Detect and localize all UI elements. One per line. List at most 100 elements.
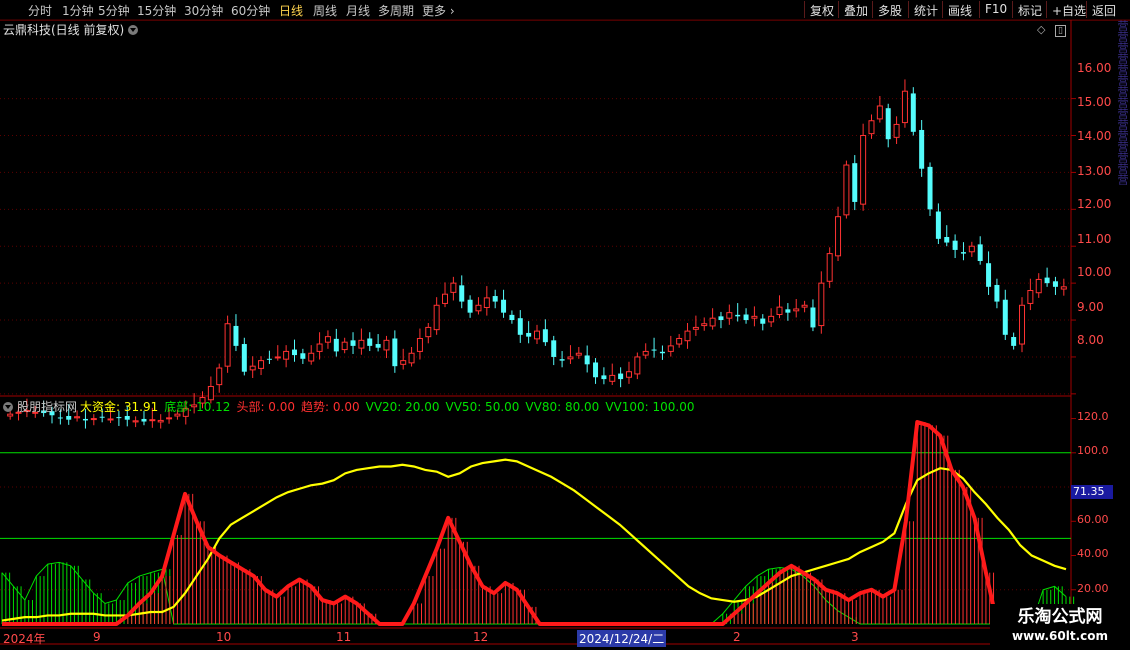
indicator-tick-label: 60.00 xyxy=(1077,513,1109,526)
date-tick-label: 9 xyxy=(93,630,101,644)
candle-body xyxy=(383,339,390,351)
candle-body xyxy=(517,318,523,335)
candle-body xyxy=(483,297,490,308)
watermark: 乐淘公式网 www.60lt.com xyxy=(990,604,1130,650)
candle-body xyxy=(416,337,423,352)
candle-body xyxy=(408,352,415,364)
price-tick-label: 13.00 xyxy=(1077,164,1112,178)
candle-body xyxy=(266,358,272,360)
candle-body xyxy=(392,338,398,367)
candle-body xyxy=(919,129,925,169)
price-tick-label: 8.00 xyxy=(1077,333,1104,347)
candle-body xyxy=(893,123,900,138)
indicator-value-3: 趋势: 0.00 xyxy=(301,400,360,414)
candle-body xyxy=(743,314,749,321)
date-tick-label: 3 xyxy=(851,630,859,644)
candle-body xyxy=(692,326,699,330)
candle-body xyxy=(258,360,265,369)
candle-body xyxy=(274,356,281,359)
candle-body xyxy=(901,90,908,124)
candle-body xyxy=(82,418,88,421)
candle-body xyxy=(224,323,231,367)
candle-body xyxy=(935,211,941,239)
date-tick-label: 12 xyxy=(473,630,489,644)
date-tick-label: 2 xyxy=(733,630,741,644)
candle-body xyxy=(324,336,331,343)
candle-body xyxy=(534,330,540,340)
candle-body xyxy=(459,285,465,302)
capital-line xyxy=(2,419,1066,626)
price-tick-label: 10.00 xyxy=(1077,265,1112,279)
indicator-tick-label: 120.0 xyxy=(1077,410,1109,423)
selected-date-label: 2024/12/24/二 xyxy=(577,630,667,647)
candle-body xyxy=(609,374,616,382)
candle-body xyxy=(74,416,81,419)
candle-body xyxy=(157,419,164,423)
candle-body xyxy=(526,332,532,337)
candle-body xyxy=(450,282,457,293)
candle-body xyxy=(166,417,173,420)
candle-body xyxy=(977,244,983,261)
candle-body xyxy=(66,416,72,420)
candle-body xyxy=(375,344,381,348)
candle-body xyxy=(860,135,867,205)
candle-body xyxy=(927,166,933,210)
candle-body xyxy=(634,356,641,375)
indicator-value-4: VV20: 20.00 xyxy=(365,400,440,414)
candle-body xyxy=(986,263,992,287)
kline-chart[interactable] xyxy=(0,0,1130,650)
candle-body xyxy=(308,352,315,362)
candle-body xyxy=(876,105,883,120)
candle-body xyxy=(316,343,323,352)
indicator-tick-label: 20.00 xyxy=(1077,582,1109,595)
indicator-value-1: 底部: 10.12 xyxy=(164,400,231,414)
price-tick-label: 9.00 xyxy=(1077,300,1104,314)
indicator-value-6: VV80: 80.00 xyxy=(525,400,600,414)
candle-body xyxy=(994,284,1000,302)
price-tick-label: 11.00 xyxy=(1077,232,1112,246)
candle-body xyxy=(676,337,683,345)
indicator-menu-icon[interactable] xyxy=(3,402,13,412)
indicator-name: 股朋指标网 xyxy=(17,400,78,414)
candle-body xyxy=(1052,281,1058,287)
candle-body xyxy=(735,314,741,317)
candle-body xyxy=(885,108,891,140)
date-tick-label: 2024年 xyxy=(3,632,46,646)
candle-body xyxy=(751,315,758,319)
trend-line xyxy=(1,458,1067,622)
candle-body xyxy=(1019,304,1026,345)
candle-body xyxy=(333,338,339,352)
candle-body xyxy=(968,245,975,253)
candle-body xyxy=(241,344,247,372)
candle-body xyxy=(249,365,256,371)
candle-body xyxy=(835,216,842,257)
candle-body xyxy=(1027,290,1034,304)
candle-body xyxy=(843,164,850,216)
watermark-url: www.60lt.com xyxy=(1011,629,1109,643)
candle-body xyxy=(810,307,816,328)
candle-body xyxy=(1035,278,1042,294)
candle-body xyxy=(667,345,674,352)
price-tick-label: 15.00 xyxy=(1077,95,1112,109)
candle-body xyxy=(584,355,590,365)
date-tick-label: 11 xyxy=(336,630,352,644)
candle-body xyxy=(793,308,800,312)
candle-body xyxy=(575,352,582,356)
candle-body xyxy=(910,93,916,132)
candle-body xyxy=(567,356,574,360)
candle-body xyxy=(107,418,114,421)
current-indicator-value: 71.35 xyxy=(1071,485,1113,499)
candle-body xyxy=(718,316,724,321)
candle-body xyxy=(960,252,966,254)
candle-body xyxy=(283,350,290,360)
candle-body xyxy=(90,418,97,421)
candle-body xyxy=(601,375,607,380)
candle-body xyxy=(701,323,708,327)
candle-body xyxy=(350,340,356,346)
candle-body xyxy=(659,351,665,354)
price-tick-label: 16.00 xyxy=(1077,61,1112,75)
candle-body xyxy=(559,359,565,361)
candle-body xyxy=(116,417,122,419)
candle-body xyxy=(785,309,791,313)
candle-body xyxy=(593,362,599,378)
